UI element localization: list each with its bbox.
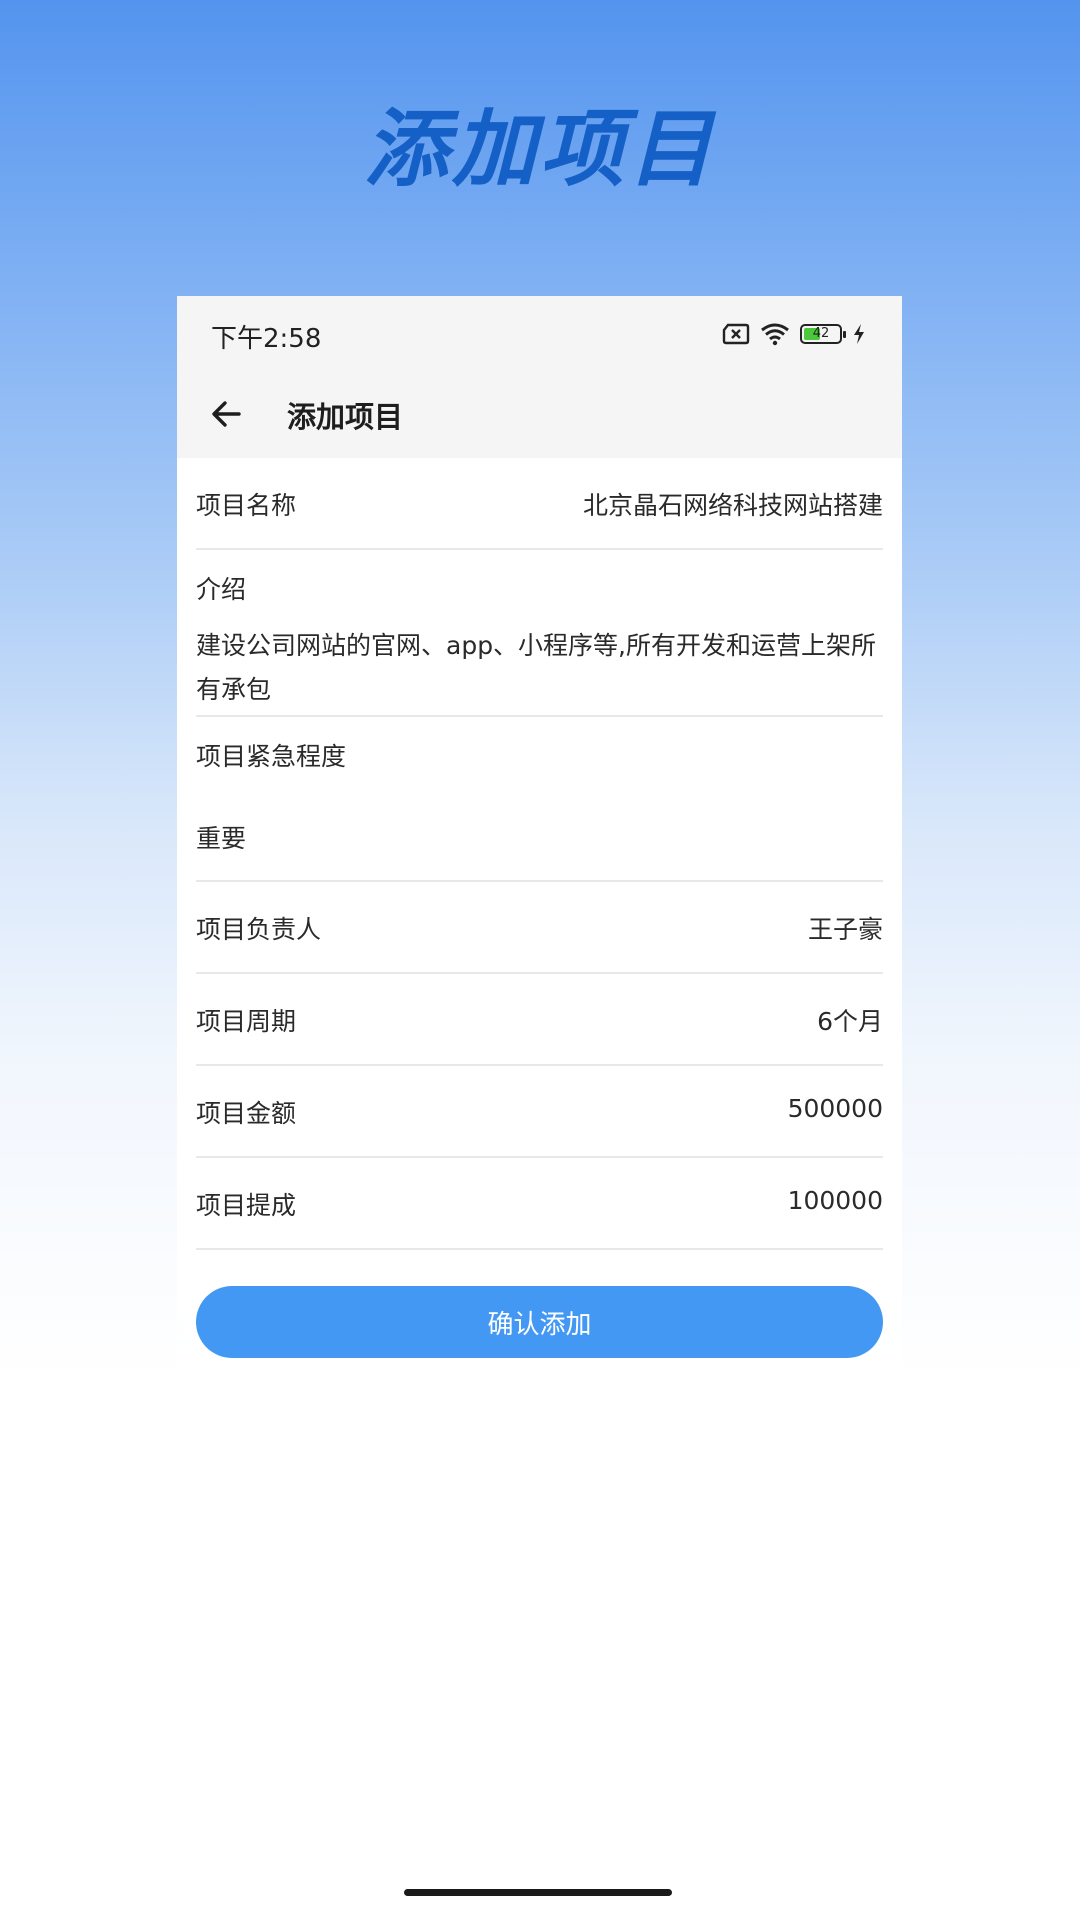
owner-value[interactable]: 王子豪 — [808, 910, 883, 946]
urgency-value[interactable]: 重要 — [196, 773, 883, 861]
status-bar: 下午2:58 42 — [177, 296, 902, 368]
intro-value[interactable]: 建设公司网站的官网、app、小程序等,所有开发和运营上架所有承包 — [196, 606, 883, 712]
app-bar-title: 添加项目 — [287, 400, 404, 434]
project-name-row[interactable]: 项目名称 北京晶石网络科技网站搭建 — [196, 458, 883, 550]
back-arrow-icon — [212, 401, 241, 427]
owner-row[interactable]: 项目负责人 王子豪 — [196, 882, 883, 974]
charging-icon — [854, 324, 864, 344]
urgency-label: 项目紧急程度 — [196, 742, 347, 771]
hero-title: 添加项目 — [363, 100, 716, 198]
back-button[interactable] — [205, 392, 249, 436]
amount-row[interactable]: 项目金额 500000 — [196, 1066, 883, 1158]
battery-icon: 42 — [800, 324, 846, 344]
period-label: 项目周期 — [196, 1007, 297, 1036]
intro-row[interactable]: 介绍 建设公司网站的官网、app、小程序等,所有开发和运营上架所有承包 — [196, 550, 883, 717]
battery-level: 42 — [812, 326, 830, 341]
app-bar: 添加项目 — [177, 368, 902, 458]
phone-screen: 下午2:58 42 添加项目 项目名称 北京晶石网络科技网站搭建 介绍 建设公司… — [177, 296, 902, 1556]
project-name-label: 项目名称 — [196, 491, 297, 520]
project-form: 项目名称 北京晶石网络科技网站搭建 介绍 建设公司网站的官网、app、小程序等,… — [196, 458, 883, 1250]
amount-value[interactable]: 500000 — [788, 1094, 883, 1123]
commission-value[interactable]: 100000 — [788, 1186, 883, 1215]
status-icons: 42 — [722, 320, 866, 348]
urgency-row[interactable]: 项目紧急程度 重要 — [196, 717, 883, 882]
period-row[interactable]: 项目周期 6个月 — [196, 974, 883, 1066]
intro-label: 介绍 — [196, 575, 247, 604]
project-name-value[interactable]: 北京晶石网络科技网站搭建 — [583, 486, 883, 522]
amount-label: 项目金额 — [196, 1099, 297, 1128]
commission-label: 项目提成 — [196, 1191, 297, 1220]
period-value[interactable]: 6个月 — [817, 1002, 883, 1038]
wifi-icon — [761, 323, 789, 346]
owner-label: 项目负责人 — [196, 915, 322, 944]
sim-missing-icon — [722, 323, 750, 345]
status-time: 下午2:58 — [211, 324, 322, 354]
commission-row[interactable]: 项目提成 100000 — [196, 1158, 883, 1250]
home-indicator[interactable] — [404, 1889, 672, 1896]
confirm-add-button[interactable]: 确认添加 — [196, 1286, 883, 1358]
